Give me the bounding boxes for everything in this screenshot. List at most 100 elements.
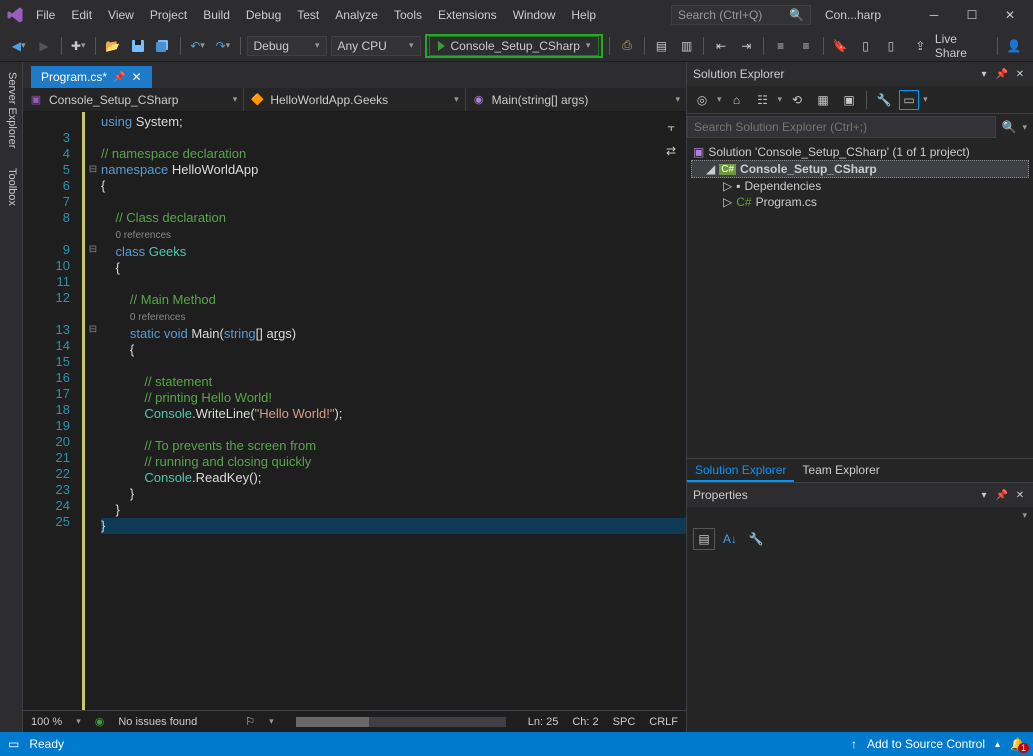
minimize-button[interactable]: ─ <box>917 1 951 29</box>
menu-extensions[interactable]: Extensions <box>430 4 505 26</box>
nav-method-dropdown[interactable]: ◉ Main(string[] args)▾ <box>466 88 686 111</box>
menu-debug[interactable]: Debug <box>238 4 289 26</box>
live-share-icon[interactable]: ⇪ <box>910 35 931 57</box>
live-share-button[interactable]: Live Share <box>935 32 991 60</box>
menu-build[interactable]: Build <box>195 4 238 26</box>
menu-window[interactable]: Window <box>505 4 564 26</box>
document-tab[interactable]: Program.cs* 📌 ✕ <box>31 66 152 88</box>
status-text: Ready <box>29 737 64 751</box>
redo-button[interactable]: ↷▾ <box>212 35 233 57</box>
sln-back-icon[interactable]: ◎ <box>691 89 713 111</box>
comment-button[interactable]: ▯ <box>855 35 876 57</box>
alphabetical-button[interactable]: A↓ <box>719 528 741 550</box>
feedback-button[interactable]: 👤 <box>1004 35 1025 57</box>
sln-properties-icon[interactable]: 🔧 <box>873 89 895 111</box>
file-node[interactable]: ▷ C# Program.cs <box>691 194 1029 210</box>
close-button[interactable]: ✕ <box>993 1 1027 29</box>
menu-help[interactable]: Help <box>563 4 604 26</box>
outdent-button[interactable]: ≡ <box>770 35 791 57</box>
categorize-button[interactable]: ▤ <box>693 528 715 550</box>
sln-preview-icon[interactable]: ▭ <box>899 90 919 110</box>
menu-analyze[interactable]: Analyze <box>327 4 386 26</box>
menu-test[interactable]: Test <box>289 4 327 26</box>
layout-btn1[interactable]: ▤ <box>651 35 672 57</box>
swap-editor-icon[interactable]: ⇄ <box>660 140 682 162</box>
platform-dropdown[interactable]: Any CPU▾ <box>331 36 421 56</box>
collapse-icon[interactable]: ◢ <box>706 162 715 176</box>
menu-file[interactable]: File <box>28 4 63 26</box>
spaces-indicator[interactable]: SPC <box>613 716 636 728</box>
sln-show-all-icon[interactable]: ▦ <box>812 89 834 111</box>
solution-toolbar: ◎ ▾ ⌂ ☷ ▾ ⟲ ▦ ▣ 🔧 ▭ ▾ <box>687 86 1033 114</box>
left-dock: Server Explorer Toolbox <box>0 62 23 732</box>
panel-menu-icon[interactable]: ▾ <box>977 67 991 81</box>
panel-pin-icon[interactable]: 📌 <box>995 67 1009 81</box>
props-dropdown-icon[interactable]: ▾ <box>1022 510 1027 520</box>
uncomment-button[interactable]: ▯ <box>880 35 901 57</box>
config-dropdown[interactable]: Debug▾ <box>247 36 327 56</box>
solution-explorer-header: Solution Explorer ▾ 📌 ✕ <box>687 62 1033 86</box>
sln-home-icon[interactable]: ⌂ <box>726 89 748 111</box>
indent-right-button[interactable]: ⇥ <box>736 35 757 57</box>
save-all-button[interactable] <box>153 35 174 57</box>
csharp-file-icon: C# <box>736 195 751 209</box>
maximize-button[interactable]: ☐ <box>955 1 989 29</box>
global-search-input[interactable]: Search (Ctrl+Q) 🔍 <box>671 5 811 25</box>
solution-search-input[interactable] <box>687 116 996 138</box>
props-pin-icon[interactable]: 📌 <box>995 488 1009 502</box>
sln-collapse-icon[interactable]: ☷ <box>752 89 774 111</box>
team-explorer-tab[interactable]: Team Explorer <box>794 459 887 482</box>
status-icon: ▭ <box>8 737 19 751</box>
nav-back-button[interactable]: ◀▾ <box>8 35 29 57</box>
horizontal-scrollbar[interactable] <box>296 717 506 727</box>
main-toolbar: ◀▾ ▶ ✚▾ 📂 ↶▾ ↷▾ Debug▾ Any CPU▾ Console_… <box>0 30 1033 62</box>
undo-button[interactable]: ↶▾ <box>187 35 208 57</box>
indent-left-button[interactable]: ⇤ <box>710 35 731 57</box>
issues-icon: ◉ <box>95 715 105 728</box>
notifications-button[interactable]: 🔔1 <box>1010 737 1025 751</box>
new-project-button[interactable]: ✚▾ <box>68 35 89 57</box>
props-wrench-icon[interactable]: 🔧 <box>745 528 767 550</box>
expand-icon[interactable]: ▷ <box>723 179 732 193</box>
expand-icon[interactable]: ▷ <box>723 195 732 209</box>
nav-class-dropdown[interactable]: 🔶 HelloWorldApp.Geeks▾ <box>244 88 465 111</box>
solution-tree[interactable]: ▣ Solution 'Console_Setup_CSharp' (1 of … <box>687 140 1033 458</box>
crlf-indicator[interactable]: CRLF <box>649 716 678 728</box>
panel-close-icon[interactable]: ✕ <box>1013 67 1027 81</box>
nav-fwd-button[interactable]: ▶ <box>33 35 54 57</box>
code-editor[interactable]: 345678 9101112 1314151617181920212223242… <box>23 112 686 710</box>
add-source-control-button[interactable]: Add to Source Control <box>867 737 985 751</box>
nav-project-dropdown[interactable]: ▣ Console_Setup_CSharp▾ <box>23 88 244 111</box>
solution-node[interactable]: ▣ Solution 'Console_Setup_CSharp' (1 of … <box>691 144 1029 160</box>
props-menu-icon[interactable]: ▾ <box>977 488 991 502</box>
step-button[interactable]: ⎙ <box>616 35 637 57</box>
error-nav-icon[interactable]: ⚐ <box>245 715 255 728</box>
sln-refresh-icon[interactable]: ▣ <box>838 89 860 111</box>
save-button[interactable] <box>127 35 148 57</box>
solution-explorer-tab[interactable]: Solution Explorer <box>687 459 794 482</box>
sln-sync-icon[interactable]: ⟲ <box>786 89 808 111</box>
run-button[interactable]: Console_Setup_CSharp ▾ <box>429 36 600 56</box>
server-explorer-tab[interactable]: Server Explorer <box>0 62 22 158</box>
char-indicator: Ch: 2 <box>572 716 598 728</box>
zoom-level[interactable]: 100 % <box>31 716 62 728</box>
indent-button[interactable]: ≡ <box>795 35 816 57</box>
close-tab-icon[interactable]: ✕ <box>131 70 141 84</box>
props-close-icon[interactable]: ✕ <box>1013 488 1027 502</box>
bookmark-button[interactable]: 🔖 <box>830 35 851 57</box>
dependencies-node[interactable]: ▷ ▪ Dependencies <box>691 178 1029 194</box>
source-control-icon[interactable]: ↑ <box>851 737 857 751</box>
menu-project[interactable]: Project <box>142 4 195 26</box>
menu-view[interactable]: View <box>100 4 142 26</box>
pin-icon[interactable]: 📌 <box>113 72 125 83</box>
open-file-button[interactable]: 📂 <box>102 35 123 57</box>
toolbox-tab[interactable]: Toolbox <box>0 158 22 216</box>
split-editor-icon[interactable]: ⫟ <box>660 116 682 138</box>
search-icon[interactable]: 🔍 <box>996 120 1023 134</box>
issues-status[interactable]: No issues found <box>118 716 197 728</box>
menu-edit[interactable]: Edit <box>63 4 100 26</box>
project-node[interactable]: ◢ C# Console_Setup_CSharp <box>691 160 1029 178</box>
layout-btn2[interactable]: ▥ <box>676 35 697 57</box>
menu-tools[interactable]: Tools <box>386 4 430 26</box>
title-document-tab[interactable]: Con...harp <box>815 4 891 26</box>
